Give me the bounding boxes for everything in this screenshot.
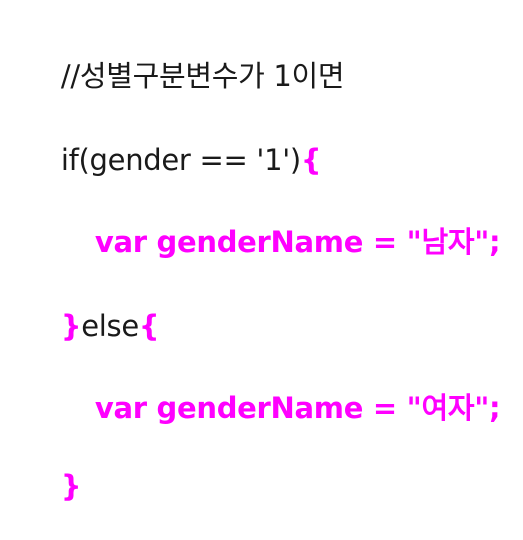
if-close-brace: } — [60, 309, 82, 343]
code-line-comment: //성별구분변수가 1이면 — [24, 22, 345, 93]
if-open-brace: { — [300, 143, 322, 177]
if-condition: if(gender == '1') — [60, 143, 301, 177]
code-line-assign-male: var genderName = "남자"; — [58, 188, 501, 259]
assign-female-statement: var genderName = "여자"; — [94, 391, 501, 425]
final-close-brace: } — [60, 469, 82, 503]
else-keyword: else — [81, 309, 139, 343]
code-snippet: //성별구분변수가 1이면 if(gender == '1'){ var gen… — [0, 0, 523, 503]
assign-male-statement: var genderName = "남자"; — [94, 225, 501, 259]
code-line-close: } — [24, 432, 82, 503]
comment-text: //성별구분변수가 1이면 — [60, 59, 345, 93]
else-open-brace: { — [138, 309, 160, 343]
code-line-else: }else{ — [24, 272, 160, 343]
code-line-if: if(gender == '1'){ — [24, 106, 322, 177]
code-line-assign-female: var genderName = "여자"; — [58, 354, 501, 425]
